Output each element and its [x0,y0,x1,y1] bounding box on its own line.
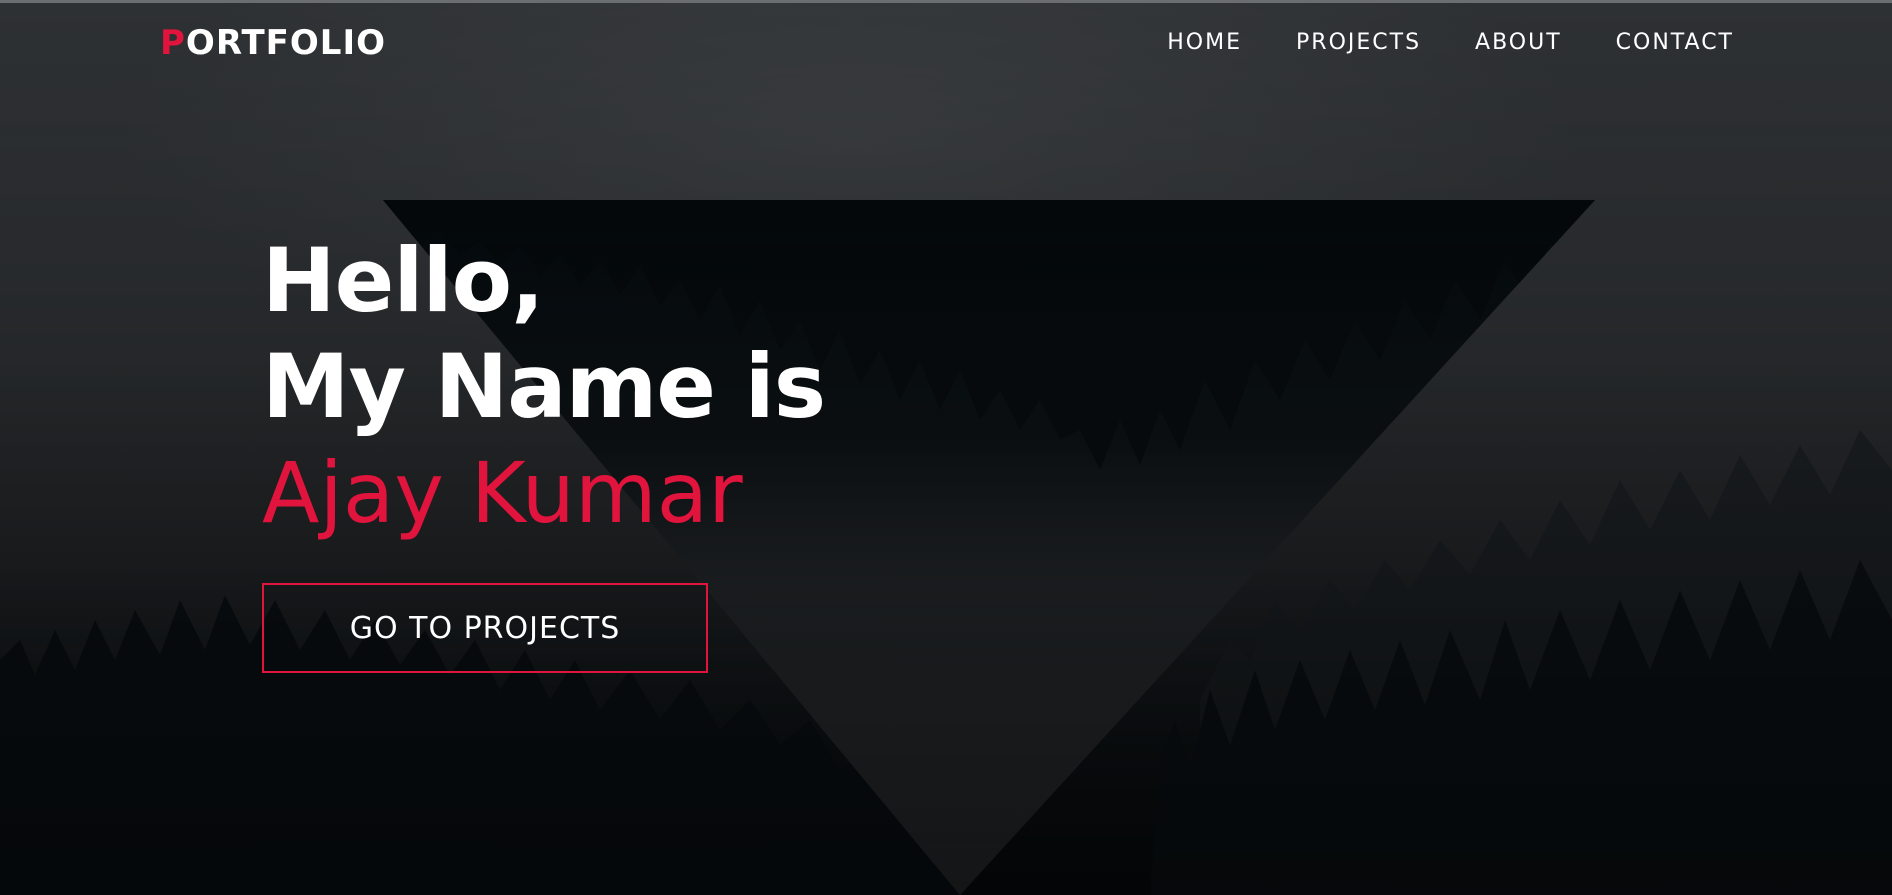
nav-projects[interactable]: PROJECTS [1296,28,1421,58]
nav-about[interactable]: ABOUT [1475,28,1562,58]
hero-name: Ajay Kumar [262,444,743,542]
main-nav: HOME PROJECTS ABOUT CONTACT [1167,28,1734,58]
hero-intro: My Name is [262,335,826,438]
portfolio-page: PORTFOLIO HOME PROJECTS ABOUT CONTACT He… [0,0,1892,895]
logo[interactable]: PORTFOLIO [160,22,386,64]
hero-greeting: Hello, [262,229,545,332]
logo-text: ORTFOLIO [185,23,387,63]
nav-contact[interactable]: CONTACT [1616,28,1734,58]
hero-text: Hello, My Name is Ajay Kumar [262,228,826,546]
nav-home[interactable]: HOME [1167,28,1242,58]
logo-accent-letter: P [160,23,186,63]
go-to-projects-button[interactable]: GO TO PROJECTS [262,583,708,673]
